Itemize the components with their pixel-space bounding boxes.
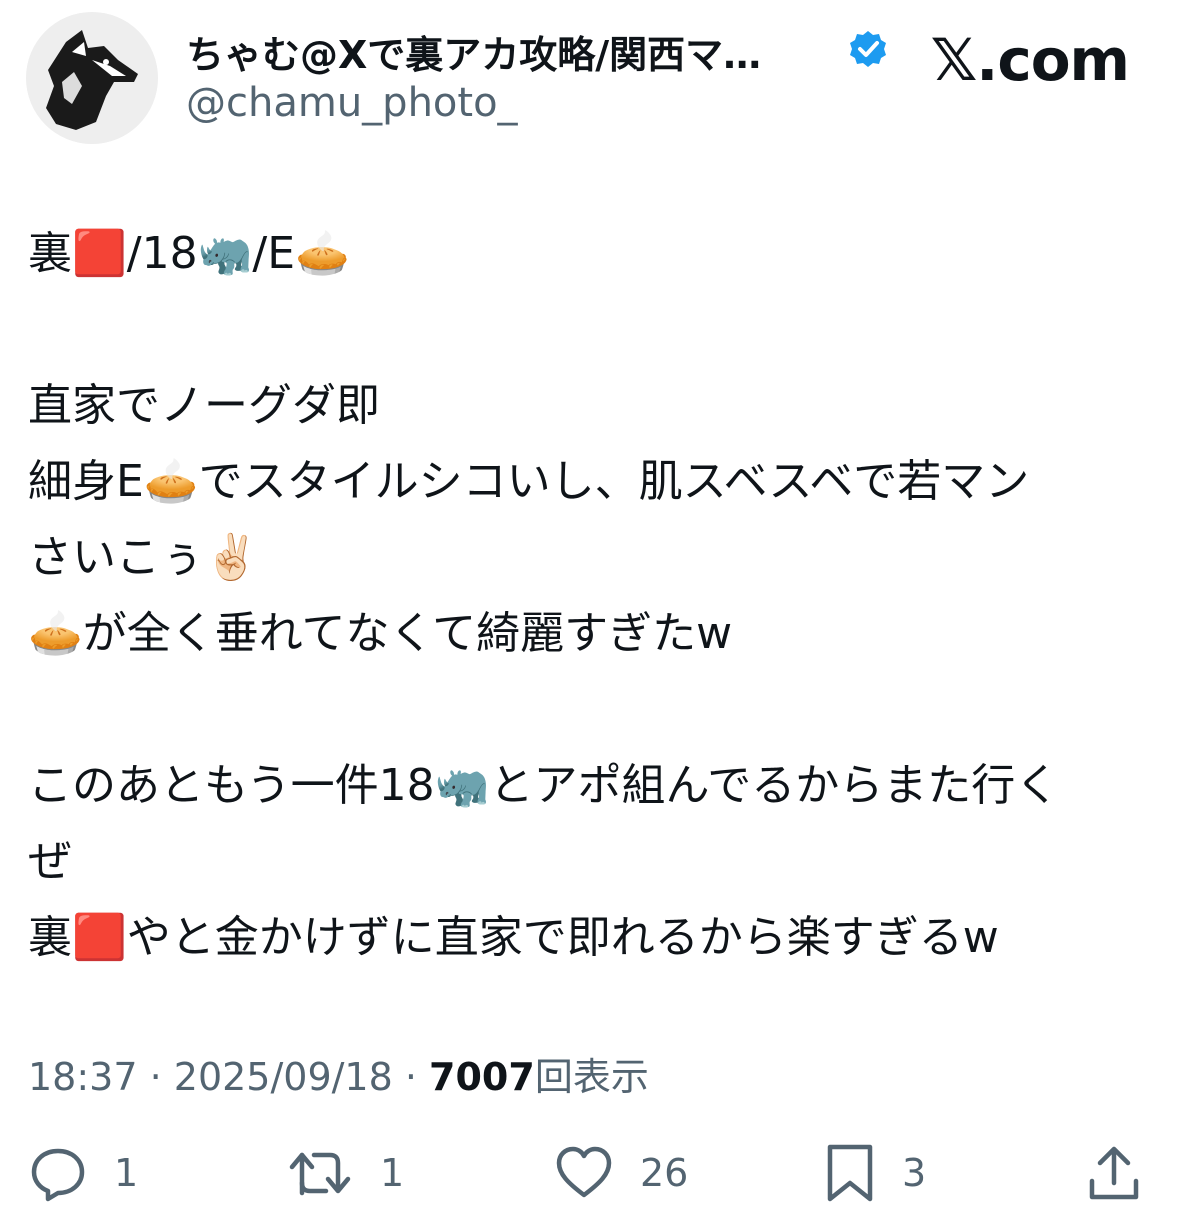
avatar[interactable] (26, 12, 158, 144)
tweet-line: 裏🟥やと金かけずに直家で即れるから楽すぎるw (28, 912, 999, 963)
like-count: 26 (640, 1151, 689, 1195)
tweet-line: 🥧が全く垂れてなくて綺麗すぎたw (28, 608, 733, 659)
repost-button[interactable]: 1 (286, 1138, 404, 1208)
share-button[interactable] (1086, 1138, 1142, 1208)
tweet-meta: 18:37 · 2025/09/18 · 7007回表示 (28, 1046, 649, 1101)
tweet-time[interactable]: 18:37 (28, 1055, 138, 1099)
display-name[interactable]: ちゃむ@Xで裏アカ攻略/関西マ… (186, 24, 761, 79)
views-count: 7007 (429, 1055, 535, 1099)
heart-icon (556, 1146, 612, 1198)
tweet-line (28, 292, 1158, 368)
tweet-line: このあともう一件18🦏とアポ組んでるからまた行く (28, 760, 1060, 811)
tweet-line: ぜ (28, 836, 72, 887)
views-label: 回表示 (534, 1055, 649, 1099)
x-com-logo: 𝕏.com (930, 26, 1130, 94)
tweet-text: 裏🟥/18🦏/E🥧 直家でノーグダ即 細身E🥧でスタイルシコいし、肌スベスベで若… (28, 216, 1158, 976)
tweet-line: さいこぅ✌🏻 (28, 532, 259, 583)
reply-icon (31, 1148, 85, 1202)
repost-icon (289, 1152, 351, 1196)
meta-separator: · (392, 1055, 430, 1099)
verified-badge-icon (850, 31, 886, 67)
meta-separator: · (137, 1055, 174, 1099)
reply-button[interactable]: 1 (28, 1138, 138, 1208)
wolf-avatar-icon (26, 12, 158, 144)
user-handle[interactable]: @chamu_photo_ (186, 80, 518, 126)
tweet-line: 細身E🥧でスタイルシコいし、肌スベスベで若マン (28, 456, 1030, 507)
bookmark-button[interactable]: 3 (824, 1138, 926, 1208)
like-button[interactable]: 26 (554, 1138, 688, 1208)
tweet-line: 裏🟥/18🦏/E🥧 (28, 228, 350, 279)
action-bar: 1 1 26 3 (0, 1138, 1179, 1208)
reply-count: 1 (114, 1151, 139, 1195)
tweet-line: 直家でノーグダ即 (28, 380, 380, 431)
bookmark-count: 3 (902, 1151, 927, 1195)
repost-count: 1 (380, 1151, 405, 1195)
share-icon (1089, 1146, 1139, 1200)
tweet-line (28, 672, 1158, 748)
bookmark-icon (827, 1144, 873, 1202)
tweet-date[interactable]: 2025/09/18 (174, 1055, 393, 1099)
